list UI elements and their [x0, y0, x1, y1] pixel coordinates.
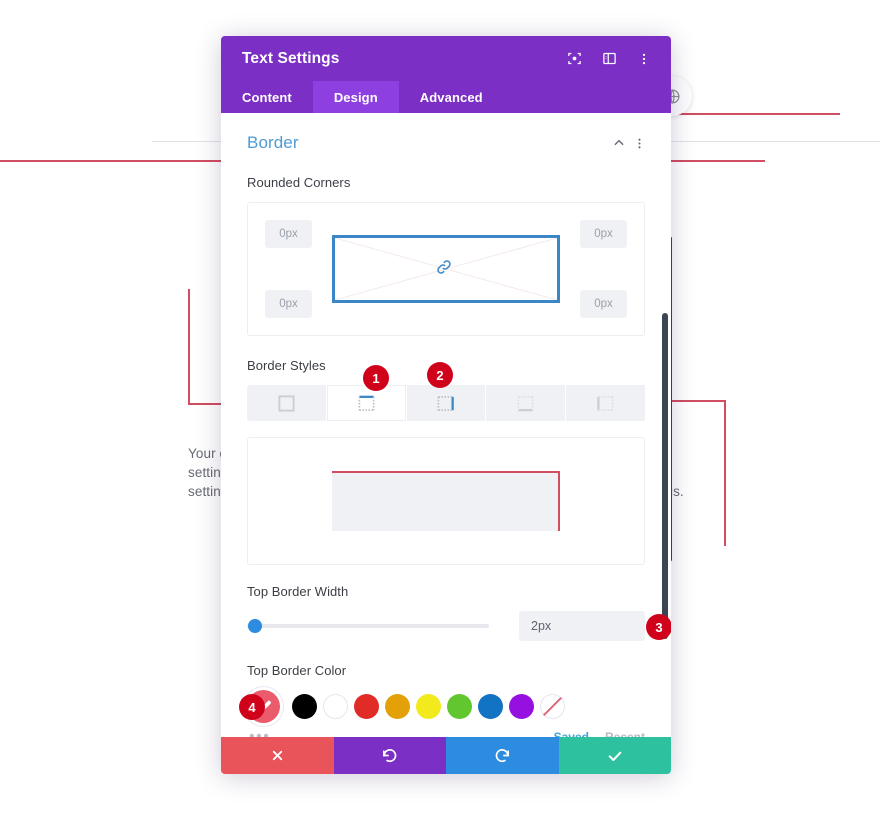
swatch-white[interactable] [323, 694, 348, 719]
tab-content[interactable]: Content [221, 81, 313, 113]
swatch-purple[interactable] [509, 694, 534, 719]
rounded-corners-field: Rounded Corners 0px 0px 0px 0px [221, 175, 671, 336]
more-options-icon[interactable] [633, 48, 655, 70]
border-style-bottom[interactable] [486, 385, 566, 421]
text-settings-modal: Text Settings Content Design Advanced Bo… [221, 36, 671, 774]
tab-advanced[interactable]: Advanced [399, 81, 504, 113]
modal-body: Border Rounded Corners 0px 0px 0px 0px B… [221, 113, 671, 737]
callout-badge-2: 2 [427, 362, 453, 388]
top-border-color-label: Top Border Color [247, 663, 347, 678]
color-swatch-row: 4 [239, 690, 645, 723]
corner-bottom-right-input[interactable]: 0px [580, 290, 627, 318]
layout-view-icon[interactable] [598, 48, 620, 70]
decorative-line-left [0, 160, 221, 162]
border-style-right[interactable] [406, 385, 486, 421]
border-preview-shape [332, 471, 560, 531]
color-tab-saved[interactable]: Saved [554, 730, 589, 737]
rounded-corners-control: 0px 0px 0px 0px [247, 202, 645, 336]
redo-button[interactable] [446, 737, 559, 774]
chevron-up-icon[interactable] [609, 133, 629, 153]
border-preview-field [221, 437, 671, 565]
top-border-width-field: Top Border Width 2px 3 [221, 584, 671, 641]
decorative-line-right [671, 160, 765, 162]
undo-button[interactable] [333, 737, 446, 774]
titlebar-icon-group [563, 48, 655, 70]
corner-bottom-left-input[interactable]: 0px [265, 290, 312, 318]
corner-preview-shape [332, 235, 560, 303]
border-style-left[interactable] [566, 385, 645, 421]
top-border-color-field: Top Border Color 4 ••• Saved Recent [221, 663, 671, 737]
slider-thumb[interactable] [248, 619, 262, 633]
modal-titlebar: Text Settings [221, 36, 671, 81]
color-tab-group: Saved Recent [554, 730, 645, 737]
border-styles-options: 1 2 [247, 362, 645, 421]
callout-badge-1: 1 [363, 365, 389, 391]
border-style-top[interactable] [326, 385, 406, 421]
cancel-button[interactable] [221, 737, 334, 774]
color-footer: ••• Saved Recent [247, 729, 645, 738]
swatch-orange[interactable] [385, 694, 410, 719]
modal-tab-bar: Content Design Advanced [221, 81, 671, 113]
swatch-green[interactable] [447, 694, 472, 719]
border-styles-field: Border Styles 1 2 [221, 358, 671, 421]
top-border-width-input[interactable]: 2px [519, 611, 645, 641]
top-border-width-slider[interactable] [247, 619, 489, 633]
border-section-header: Border [221, 113, 671, 153]
modal-footer [221, 737, 671, 774]
decorative-line-top-right [671, 113, 840, 115]
swatch-yellow[interactable] [416, 694, 441, 719]
swatch-blue[interactable] [478, 694, 503, 719]
more-colors-icon[interactable]: ••• [249, 729, 270, 738]
link-icon[interactable] [435, 258, 457, 280]
callout-badge-4: 4 [239, 694, 265, 720]
rounded-corners-label: Rounded Corners [247, 175, 351, 190]
swatch-black[interactable] [292, 694, 317, 719]
top-border-width-control: 2px 3 [247, 611, 671, 641]
swatch-none[interactable] [540, 694, 565, 719]
section-more-options-icon[interactable] [629, 133, 649, 153]
top-border-width-label: Top Border Width [247, 584, 349, 599]
modal-title: Text Settings [242, 49, 340, 67]
section-title: Border [247, 133, 299, 152]
corner-top-right-input[interactable]: 0px [580, 220, 627, 248]
corner-top-left-input[interactable]: 0px [265, 220, 312, 248]
swatch-red[interactable] [354, 694, 379, 719]
modal-scrollbar[interactable] [662, 313, 668, 639]
tab-design[interactable]: Design [312, 81, 399, 113]
callout-badge-3: 3 [646, 614, 671, 640]
border-style-all[interactable] [247, 385, 326, 421]
focus-mode-icon[interactable] [563, 48, 585, 70]
border-preview-box [247, 437, 645, 565]
color-tab-recent[interactable]: Recent [605, 730, 645, 737]
save-button[interactable] [558, 737, 671, 774]
